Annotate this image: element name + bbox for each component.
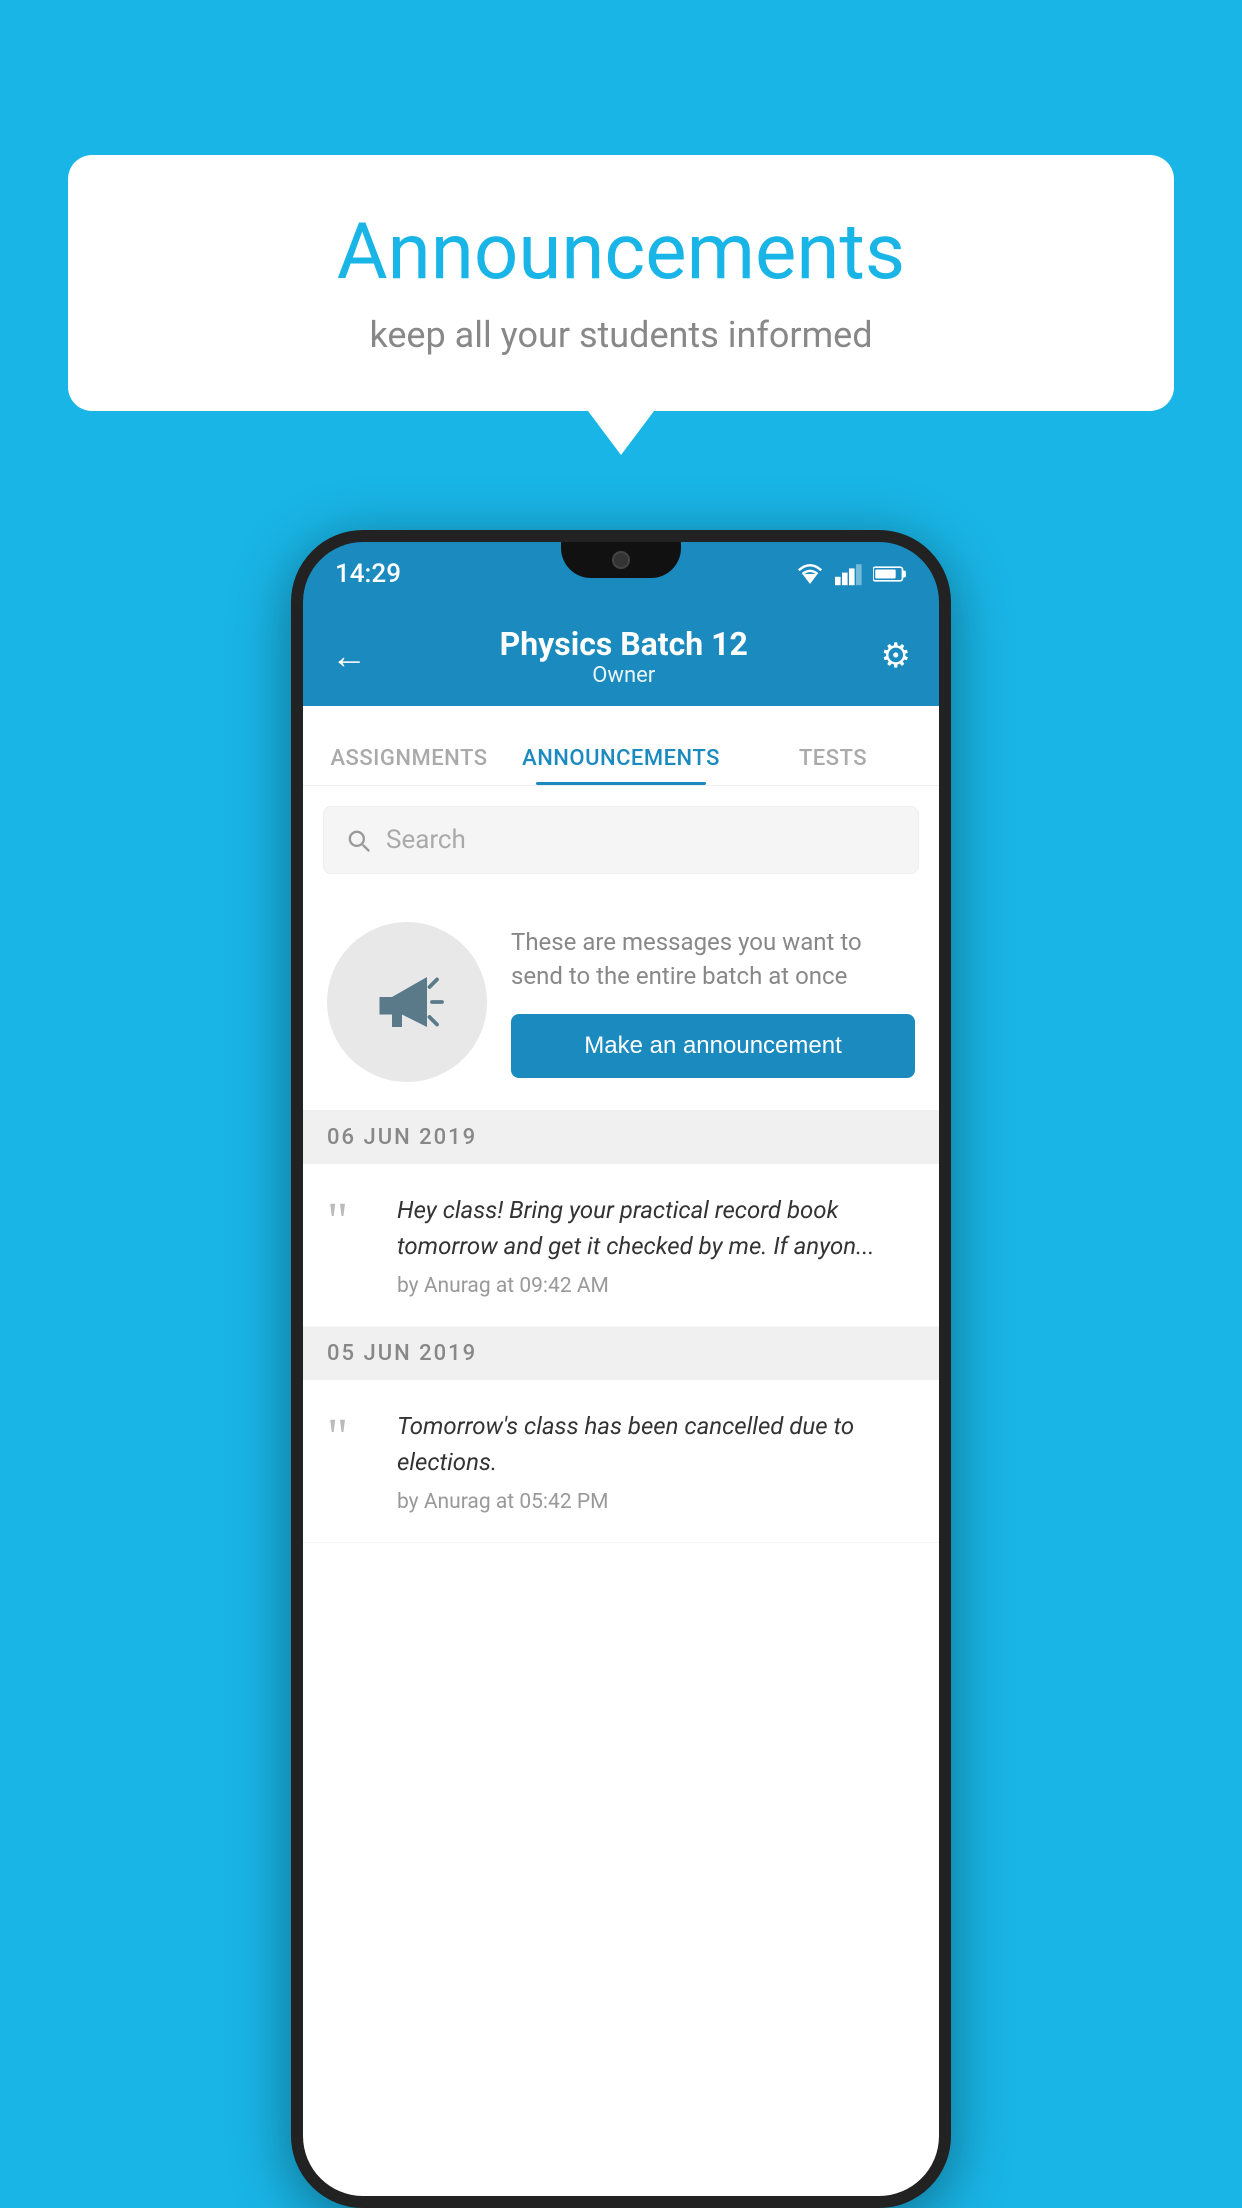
signal-icon bbox=[835, 562, 863, 586]
announcement-content-1: Hey class! Bring your practical record b… bbox=[397, 1192, 915, 1298]
speech-bubble-subtitle: keep all your students informed bbox=[128, 314, 1114, 356]
tab-assignments[interactable]: ASSIGNMENTS bbox=[303, 746, 515, 785]
speech-bubble-title: Announcements bbox=[128, 210, 1114, 296]
status-time: 14:29 bbox=[335, 559, 401, 589]
announcement-content-2: Tomorrow's class has been cancelled due … bbox=[397, 1408, 915, 1514]
app-bar: ← Physics Batch 12 Owner ⚙ bbox=[303, 606, 939, 706]
megaphone-icon-circle bbox=[327, 922, 487, 1082]
date-separator-2: 05 JUN 2019 bbox=[303, 1327, 939, 1380]
megaphone-icon bbox=[367, 962, 447, 1042]
app-bar-title-group: Physics Batch 12 Owner bbox=[367, 625, 881, 688]
settings-button[interactable]: ⚙ bbox=[881, 636, 911, 676]
announcement-text-2: Tomorrow's class has been cancelled due … bbox=[397, 1408, 915, 1480]
announcement-item-2[interactable]: " Tomorrow's class has been cancelled du… bbox=[303, 1380, 939, 1543]
date-separator-1: 06 JUN 2019 bbox=[303, 1111, 939, 1164]
back-button[interactable]: ← bbox=[331, 635, 367, 677]
announcement-prompt-right: These are messages you want to send to t… bbox=[511, 926, 915, 1077]
announcement-meta-2: by Anurag at 05:42 PM bbox=[397, 1490, 915, 1514]
notch bbox=[561, 542, 681, 578]
status-bar: 14:29 bbox=[303, 542, 939, 606]
app-bar-subtitle: Owner bbox=[367, 663, 881, 688]
wifi-icon bbox=[795, 562, 825, 586]
search-bar[interactable]: Search bbox=[323, 806, 919, 874]
speech-bubble: Announcements keep all your students inf… bbox=[68, 155, 1174, 411]
search-icon bbox=[344, 826, 372, 854]
make-announcement-button[interactable]: Make an announcement bbox=[511, 1014, 915, 1078]
tabs: ASSIGNMENTS ANNOUNCEMENTS TESTS bbox=[303, 706, 939, 786]
announcement-text-1: Hey class! Bring your practical record b… bbox=[397, 1192, 915, 1264]
announcement-description: These are messages you want to send to t… bbox=[511, 926, 915, 993]
quote-icon-2: " bbox=[327, 1412, 377, 1464]
tab-tests[interactable]: TESTS bbox=[727, 746, 939, 785]
tab-announcements[interactable]: ANNOUNCEMENTS bbox=[515, 746, 727, 785]
search-placeholder: Search bbox=[386, 825, 466, 855]
quote-icon-1: " bbox=[327, 1196, 377, 1248]
status-icons bbox=[795, 562, 907, 586]
announcement-item-1[interactable]: " Hey class! Bring your practical record… bbox=[303, 1164, 939, 1327]
phone-mockup: 14:29 bbox=[291, 530, 951, 2208]
battery-icon bbox=[873, 562, 907, 586]
camera bbox=[612, 551, 630, 569]
speech-bubble-container: Announcements keep all your students inf… bbox=[68, 155, 1174, 411]
announcement-meta-1: by Anurag at 09:42 AM bbox=[397, 1274, 915, 1298]
phone-wrapper: 14:29 bbox=[68, 530, 1174, 2208]
app-bar-title: Physics Batch 12 bbox=[367, 625, 881, 663]
content-area: Search These are messages you want to se… bbox=[303, 786, 939, 2196]
announcement-prompt: These are messages you want to send to t… bbox=[303, 894, 939, 1111]
